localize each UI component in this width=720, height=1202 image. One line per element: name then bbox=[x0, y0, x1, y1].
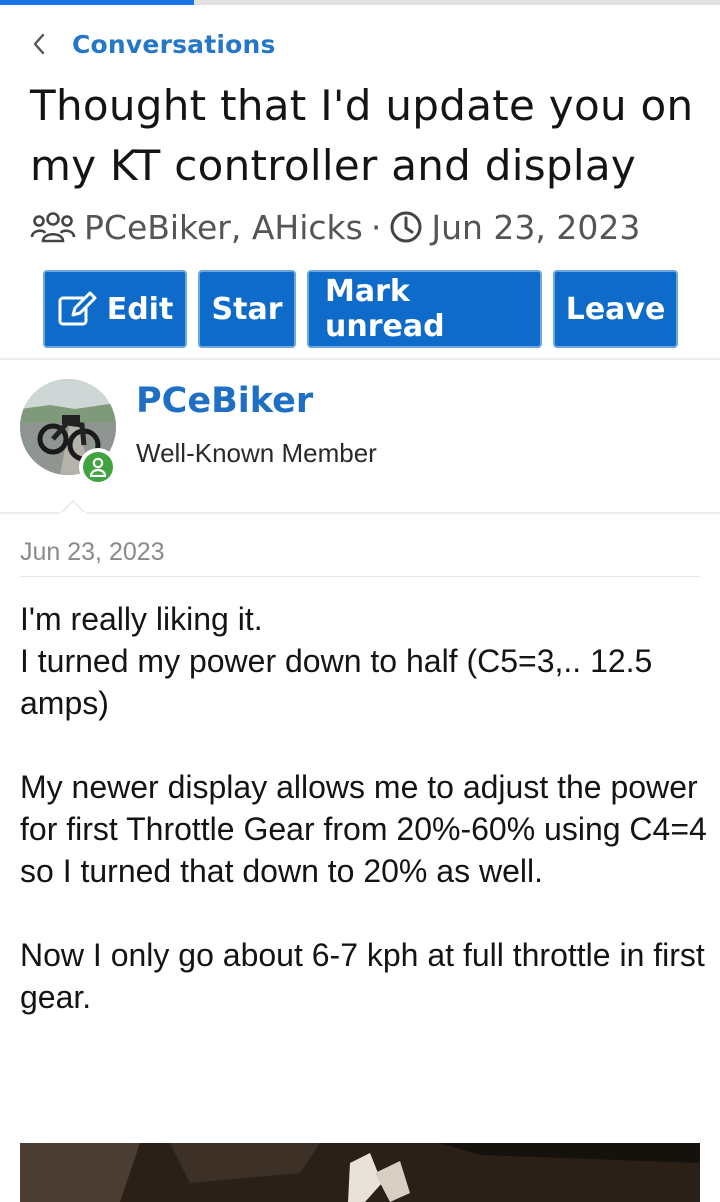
post-line: Now I only go about 6-7 kph at full thro… bbox=[20, 937, 705, 1015]
mark-unread-button[interactable]: Mark unread bbox=[307, 270, 542, 348]
post-line: My newer display allows me to adjust the… bbox=[20, 769, 707, 889]
breadcrumb-label: Conversations bbox=[72, 29, 276, 59]
edit-button[interactable]: Edit bbox=[43, 270, 187, 348]
conversation-actions: Edit Star Mark unread Leave bbox=[43, 270, 678, 348]
chevron-left-icon bbox=[32, 28, 54, 60]
meta-separator: · bbox=[370, 207, 382, 247]
star-button[interactable]: Star bbox=[198, 270, 296, 348]
post-line: I turned my power down to half (C5=3,.. … bbox=[20, 643, 653, 721]
author-divider bbox=[0, 512, 720, 514]
thread-participants[interactable]: PCeBiker, AHicks bbox=[84, 208, 363, 247]
clock-icon bbox=[389, 210, 423, 244]
breadcrumb-back-link[interactable]: Conversations bbox=[32, 28, 276, 60]
post-date-divider bbox=[20, 576, 700, 577]
star-button-label: Star bbox=[211, 291, 283, 327]
attached-image[interactable] bbox=[20, 1143, 700, 1202]
post-author-title: Well-Known Member bbox=[136, 438, 377, 468]
online-user-icon bbox=[83, 452, 113, 482]
thread-meta: PCeBiker, AHicks · Jun 23, 2023 bbox=[30, 204, 640, 250]
page-load-progress-fill bbox=[0, 0, 195, 5]
users-icon bbox=[30, 210, 76, 244]
mark-unread-button-label: Mark unread bbox=[325, 274, 445, 344]
post-author-name[interactable]: PCeBiker bbox=[136, 381, 313, 421]
leave-button[interactable]: Leave bbox=[553, 270, 678, 348]
page-title: Thought that I'd update you on my KT con… bbox=[30, 81, 694, 190]
post-date[interactable]: Jun 23, 2023 bbox=[20, 538, 165, 567]
post-line: I'm really liking it. bbox=[20, 601, 263, 637]
thread-date[interactable]: Jun 23, 2023 bbox=[431, 208, 640, 247]
post-body: I'm really liking it. I turned my power … bbox=[20, 598, 710, 1018]
header-divider bbox=[0, 358, 720, 360]
leave-button-label: Leave bbox=[565, 291, 666, 327]
edit-icon bbox=[57, 291, 97, 327]
edit-button-label: Edit bbox=[106, 291, 174, 327]
online-status-badge bbox=[79, 448, 117, 486]
page-load-progress-track bbox=[0, 0, 720, 5]
message-arrow bbox=[60, 500, 86, 514]
